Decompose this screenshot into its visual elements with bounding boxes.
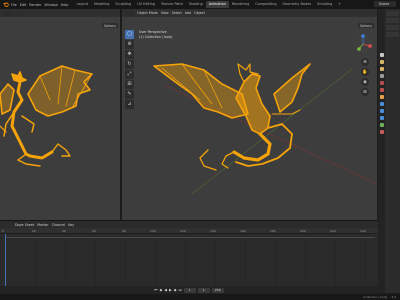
scene-properties-icon[interactable] — [379, 81, 384, 85]
playback-controls: ⏮ ◆ ◀ ▶ ◆ ⏭ 1 1 250 — [0, 286, 378, 294]
properties-panel — [385, 9, 400, 293]
tick-label: 20 — [32, 229, 36, 233]
tool-properties-icon[interactable] — [379, 53, 384, 57]
jump-end-icon[interactable]: ⏭ — [179, 288, 182, 292]
frame-gridline — [245, 234, 246, 286]
tick-label: 80 — [122, 229, 126, 233]
properties-tabs — [378, 9, 385, 293]
tick-label: 160 — [240, 229, 246, 233]
tick-label: 220 — [330, 229, 336, 233]
particles-properties-icon[interactable] — [379, 109, 384, 113]
tick-label: 120 — [180, 229, 186, 233]
dopesheet-area[interactable]: 0 20 40 60 80 100 120 140 160 180 200 22… — [0, 228, 378, 286]
tab-scripting[interactable]: Scripting — [314, 1, 335, 8]
menu-key[interactable]: Key — [68, 223, 74, 227]
editor-type-button[interactable] — [3, 222, 12, 227]
frame-gridline — [185, 234, 186, 286]
workspace-tabs: Layout Modeling Sculpting UV Editing Tex… — [73, 1, 344, 8]
tab-layout[interactable]: Layout — [73, 1, 91, 8]
tick-label: 40 — [62, 229, 66, 233]
dragon-model-main[interactable] — [152, 54, 352, 184]
object-data-icon[interactable] — [379, 123, 384, 127]
tab-modeling[interactable]: Modeling — [91, 1, 112, 8]
tick-label: 100 — [150, 229, 156, 233]
current-frame-field[interactable]: 1 — [183, 287, 196, 293]
menu-marker[interactable]: Marker — [37, 223, 48, 227]
frame-gridline — [365, 234, 366, 286]
menu-render[interactable]: Render — [29, 3, 41, 7]
viewport-camera[interactable]: Options — [0, 9, 121, 220]
tab-shading[interactable]: Shading — [186, 1, 206, 8]
start-frame-field[interactable]: 1 — [197, 287, 210, 293]
view-layer-icon[interactable] — [379, 74, 384, 78]
tick-label: 0 — [2, 229, 4, 233]
add-workspace-button[interactable]: + — [335, 1, 344, 8]
menu-dope-sheet[interactable]: Dope Sheet — [15, 223, 34, 227]
blender-logo-icon[interactable] — [2, 2, 9, 8]
menu-window[interactable]: Window — [44, 3, 57, 7]
tab-geometry-nodes[interactable]: Geometry Nodes — [280, 1, 315, 8]
frame-gridline — [95, 234, 96, 286]
tick-label: 180 — [270, 229, 276, 233]
object-properties-icon[interactable] — [379, 95, 384, 99]
tab-texture-paint[interactable]: Texture Paint — [158, 1, 186, 8]
menu-file[interactable]: File — [11, 3, 17, 7]
tab-animation[interactable]: Animation — [205, 1, 229, 8]
world-properties-icon[interactable] — [379, 88, 384, 92]
frame-gridline — [125, 234, 126, 286]
next-keyframe-icon[interactable]: ◆ — [174, 288, 177, 292]
status-collection: Collection | body — [363, 295, 388, 299]
tick-label: 140 — [210, 229, 216, 233]
viewport-main[interactable]: Object Mode View Select Add Object Optio… — [122, 9, 377, 220]
frame-gridline — [155, 234, 156, 286]
jump-start-icon[interactable]: ⏮ — [154, 288, 157, 292]
tick-label: 60 — [92, 229, 96, 233]
tick-label: 200 — [300, 229, 306, 233]
output-properties-icon[interactable] — [379, 67, 384, 71]
properties-row[interactable] — [386, 32, 399, 37]
properties-row[interactable] — [386, 25, 399, 30]
physics-properties-icon[interactable] — [379, 116, 384, 120]
menu-channel[interactable]: Channel — [52, 223, 66, 227]
view-menu-button[interactable] — [15, 10, 24, 16]
properties-row[interactable] — [386, 18, 399, 23]
viewport-camera-header — [0, 9, 120, 17]
end-frame-field[interactable]: 250 — [211, 287, 224, 293]
frame-gridline — [275, 234, 276, 286]
tick-label: 240 — [360, 229, 366, 233]
dopesheet-header: Dope Sheet Marker Channel Key — [0, 220, 378, 228]
tab-compositing[interactable]: Compositing — [252, 1, 279, 8]
prev-keyframe-icon[interactable]: ◆ — [159, 288, 162, 292]
tab-rendering[interactable]: Rendering — [229, 1, 252, 8]
summary-channel-line — [5, 237, 375, 238]
editor-type-button[interactable] — [3, 10, 12, 16]
material-properties-icon[interactable] — [379, 130, 384, 134]
frame-gridline — [335, 234, 336, 286]
frame-gridline — [215, 234, 216, 286]
menu-help[interactable]: Help — [61, 3, 69, 7]
menu-edit[interactable]: Edit — [20, 3, 27, 7]
status-version: 3.4 — [391, 295, 396, 299]
frame-ruler[interactable]: 0 20 40 60 80 100 120 140 160 180 200 22… — [0, 228, 378, 234]
properties-row[interactable] — [386, 11, 399, 16]
modifier-properties-icon[interactable] — [379, 102, 384, 106]
dragon-model-left[interactable] — [0, 64, 121, 184]
render-properties-icon[interactable] — [379, 60, 384, 64]
playhead[interactable] — [5, 234, 6, 286]
frame-gridline — [35, 234, 36, 286]
tab-uv-editing[interactable]: UV Editing — [134, 1, 158, 8]
frame-gridline — [65, 234, 66, 286]
top-bar: File Edit Render Window Help Layout Mode… — [0, 0, 400, 9]
scene-selector[interactable]: Scene — [374, 1, 396, 7]
play-reverse-icon[interactable]: ◀ — [164, 288, 167, 292]
play-icon[interactable]: ▶ — [169, 288, 172, 292]
tab-sculpting[interactable]: Sculpting — [112, 1, 134, 8]
status-bar: Collection | body 3.4 — [0, 294, 400, 300]
main-menu: File Edit Render Window Help — [11, 3, 68, 7]
frame-gridline — [305, 234, 306, 286]
options-button[interactable]: Options — [101, 23, 118, 28]
